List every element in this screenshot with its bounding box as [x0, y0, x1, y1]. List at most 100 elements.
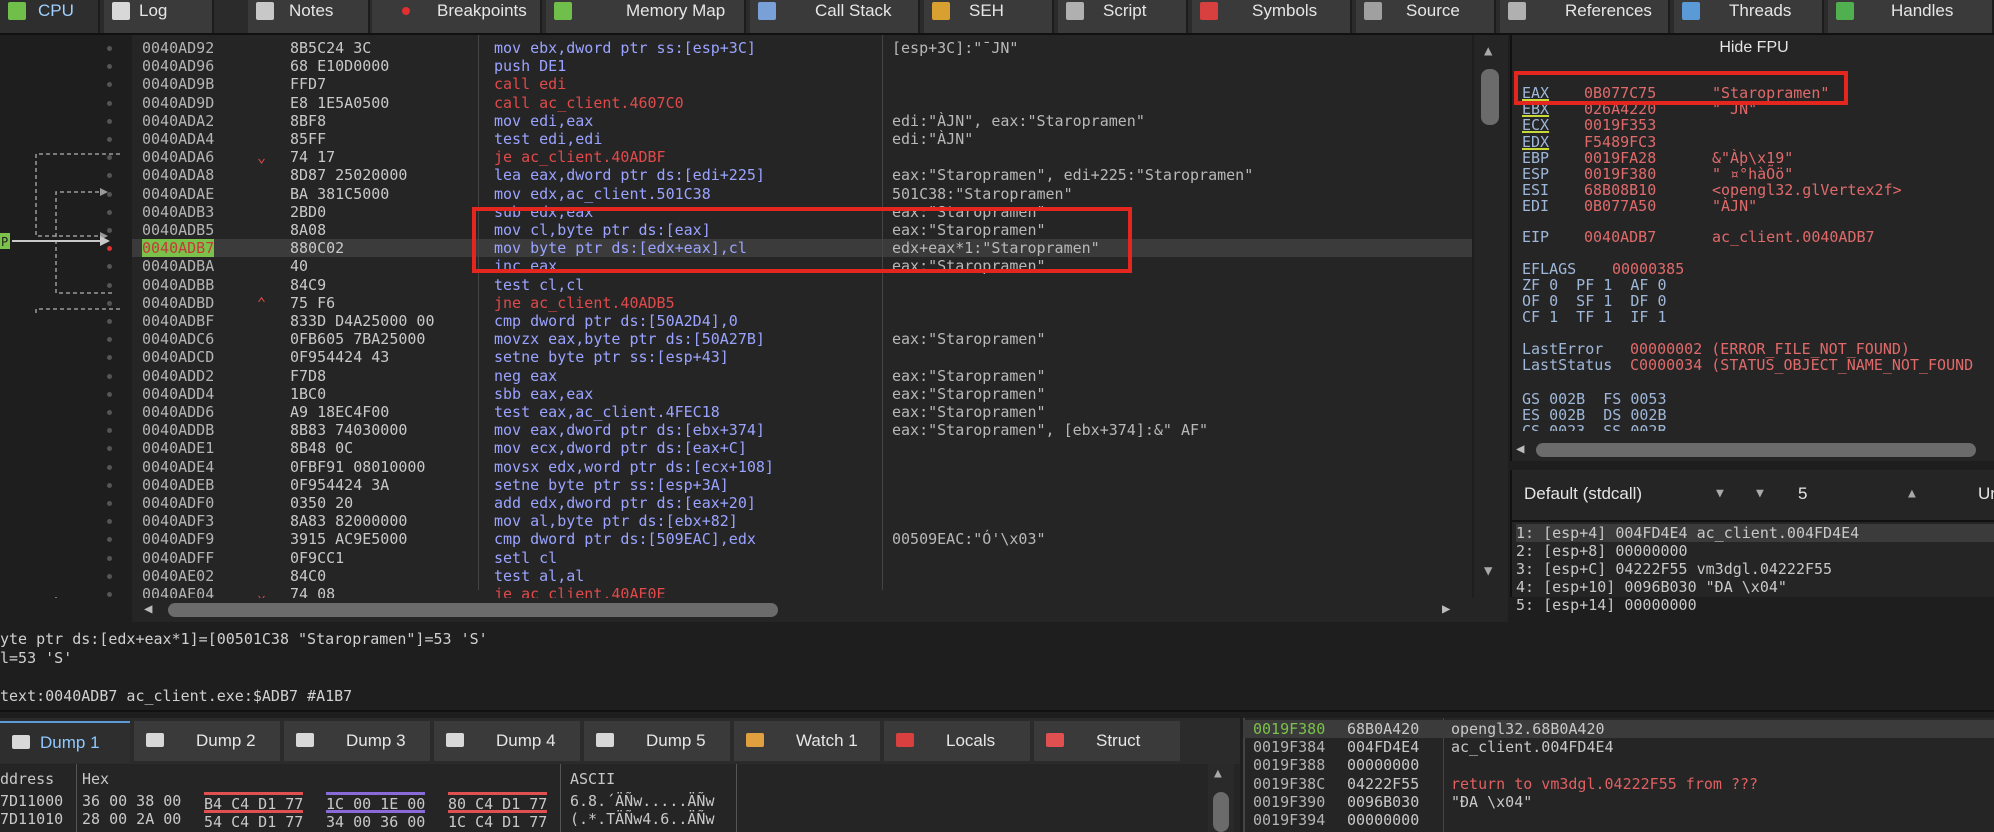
disasm-row[interactable]: 0040ADBF 833D D4A25000 00 cmp dword ptr ds… [107, 312, 1472, 330]
argument-row[interactable]: 1: [esp+4] 004FD4E4 ac_client.004FD4E4 [1516, 524, 1994, 542]
tab-dump-2[interactable]: Dump 2 [134, 721, 280, 761]
breakpoint-gutter-dot[interactable] [107, 464, 112, 470]
register-name[interactable]: EIP [1522, 229, 1549, 246]
stack-row[interactable]: 0019F390 0096B030 "ÐA \x04" [1243, 793, 1994, 811]
disasm-row[interactable]: 0040ADFF 0F9CC1 setl cl [107, 549, 1472, 567]
tab-notes[interactable]: Notes [248, 0, 370, 33]
tab-source[interactable]: Source [1356, 0, 1496, 33]
chevron-up-icon[interactable]: ▲ [1908, 486, 1916, 501]
hex-dump-view[interactable]: ddress Hex ASCII 7D11000 36 00 38 00 B4 C4 D1… [0, 764, 1240, 832]
tab-dump-3[interactable]: Dump 3 [284, 721, 430, 761]
chevron-down-icon[interactable]: ▼ [1756, 486, 1764, 501]
breakpoint-gutter-dot[interactable] [107, 191, 112, 197]
disasm-row[interactable]: 0040AD9B FFD7 call edi [107, 75, 1472, 93]
stack-view[interactable]: 0019F380 68B0A420 opengl32.68B0A420 0019F38… [1243, 718, 1994, 832]
disasm-scroll-track[interactable]: ▲ ▼ [1474, 35, 1508, 598]
dump-hex-group[interactable]: 36 00 38 00 [82, 792, 181, 810]
tab-memory-map[interactable]: Memory Map [546, 0, 746, 33]
disasm-row[interactable]: 0040AE02 84C0 test al,al [107, 567, 1472, 585]
last-error-value[interactable]: C0000034 (STATUS_OBJECT_NAME_NOT_FOUND [1630, 357, 1973, 374]
tab-dump-4[interactable]: Dump 4 [434, 721, 580, 761]
argument-row[interactable]: 4: [esp+10] 0096B030 "ÐA \x04" [1516, 578, 1994, 596]
stack-row[interactable]: 0019F380 68B0A420 opengl32.68B0A420 [1243, 720, 1994, 738]
scroll-thumb[interactable] [1213, 792, 1229, 832]
tab-references[interactable]: References [1500, 0, 1670, 33]
disasm-row[interactable]: 0040ADF0 0350 20 add edx,dword ptr ds:[eax… [107, 494, 1472, 512]
register-name[interactable]: EDI [1522, 198, 1549, 215]
disasm-horizontal-scrollbar[interactable]: ◀ ▶ [132, 598, 1508, 622]
disasm-row[interactable]: 0040ADD6 A9 18EC4F00 test eax,ac_client.4F… [107, 403, 1472, 421]
stack-row[interactable]: 0019F394 00000000 [1243, 811, 1994, 829]
scroll-thumb[interactable] [1536, 443, 1976, 457]
breakpoint-gutter-dot[interactable] [107, 319, 112, 324]
tab-locals[interactable]: Locals [884, 721, 1030, 761]
disasm-row[interactable]: 0040AD9D E8 1E5A0500 call ac_client.4607C0 [107, 94, 1472, 112]
disasm-row[interactable]: 0040ADD2 F7D8 neg eax eax:"Staropramen" [107, 367, 1472, 385]
register-name[interactable]: ECX [1522, 117, 1549, 134]
dump-vertical-scrollbar[interactable]: ▲ [1208, 764, 1234, 832]
breakpoint-gutter-dot[interactable] [107, 100, 112, 106]
argument-row[interactable]: 5: [esp+14] 00000000 [1516, 596, 1994, 614]
breakpoint-gutter-dot[interactable] [107, 482, 112, 488]
scroll-up-arrow-icon[interactable]: ▲ [1214, 766, 1222, 781]
tab-call-stack[interactable]: Call Stack [750, 0, 920, 33]
chevron-down-icon[interactable]: ▼ [1716, 486, 1724, 501]
disasm-row[interactable]: 0040ADE1 8B48 0C mov ecx,dword ptr ds:[eax… [107, 439, 1472, 457]
disasm-row[interactable]: 0040ADA2 8BF8 mov edi,eax edi:"ÀJN", eax:"S… [107, 112, 1472, 130]
argument-row[interactable]: 2: [esp+8] 00000000 [1516, 542, 1994, 560]
stack-row[interactable]: 0019F38C 04222F55 return to vm3dgl.04222F5… [1243, 775, 1994, 793]
hide-fpu-button[interactable]: Hide FPU [1512, 39, 1994, 57]
tab-threads[interactable]: Threads [1674, 0, 1824, 33]
disasm-row[interactable]: 0040ADCD 0F954424 43 setne byte ptr ss:[es… [107, 348, 1472, 366]
tab-dump-5[interactable]: Dump 5 [584, 721, 730, 761]
dump-ascii[interactable]: 6.8.´ÄÑw.....ÄÑw [570, 792, 715, 810]
dump-hex-group[interactable]: 34 00 36 00 [326, 810, 426, 831]
argument-count-spinner[interactable]: 5 [1798, 484, 1807, 504]
disasm-row[interactable]: 0040ADDB 8B83 74030000 mov eax,dword ptr d… [107, 421, 1472, 439]
scroll-left-arrow-icon[interactable]: ◀ [1516, 441, 1524, 457]
dump-address[interactable]: 7D11000 [0, 792, 63, 810]
tab-dump-1[interactable]: Dump 1 [0, 721, 130, 763]
tab-struct[interactable]: Struct [1034, 721, 1180, 761]
tab-watch-1[interactable]: Watch 1 [734, 721, 880, 761]
tab-breakpoints[interactable]: Breakpoints [372, 0, 542, 33]
breakpoint-gutter-dot[interactable] [107, 555, 112, 561]
tab-script[interactable]: Script [1058, 0, 1188, 33]
scroll-right-arrow-icon[interactable]: ▶ [1442, 601, 1450, 617]
breakpoint-gutter-dot[interactable] [107, 592, 112, 597]
dump-ascii[interactable]: (.*.TÄÑw4.6..ÄÑw [570, 810, 715, 828]
breakpoint-gutter-dot[interactable] [107, 391, 112, 397]
scroll-thumb[interactable] [1481, 69, 1499, 125]
breakpoint-gutter-dot[interactable] [107, 282, 112, 288]
register-value[interactable]: 0B077A50 [1584, 198, 1656, 215]
scroll-left-arrow-icon[interactable]: ◀ [144, 601, 152, 617]
registers-horizontal-scrollbar[interactable]: ◀ [1512, 439, 1994, 461]
disasm-row[interactable]: 0040ADA6 74 17 ⌄ je ac_client.40ADBF [107, 148, 1472, 166]
dump-hex-group[interactable]: 1C C4 D1 77 [448, 810, 548, 831]
disasm-row[interactable]: 0040ADC6 0FB605 7BA25000 movzx eax,byte pt… [107, 330, 1472, 348]
disassembly-view[interactable]: 0040AD92 8B5C24 3C mov ebx,dword ptr ss:[e… [107, 35, 1472, 603]
breakpoint-gutter-dot[interactable] [107, 118, 112, 124]
disasm-row[interactable]: 0040ADA4 85FF test edi,edi edi:"ÀJN" [107, 130, 1472, 148]
tab-cpu[interactable]: CPU [0, 0, 100, 33]
dump-address[interactable]: 7D11010 [0, 810, 63, 828]
dump-hex-group[interactable]: 54 C4 D1 77 [204, 810, 304, 831]
tab-seh[interactable]: SEH [924, 0, 1054, 33]
breakpoint-gutter-dot[interactable] [107, 573, 112, 579]
scroll-up-arrow-icon[interactable]: ▲ [1484, 43, 1492, 59]
tab-handles[interactable]: Handles [1828, 0, 1994, 33]
segment-registers-row[interactable]: ES 002B DS 002B [1522, 407, 1667, 424]
breakpoint-gutter-dot[interactable] [107, 300, 112, 306]
disasm-row[interactable]: 0040ADAE BA 381C5000 mov edx,ac_client.501… [107, 185, 1472, 203]
scroll-thumb[interactable] [168, 603, 778, 617]
breakpoint-gutter-dot[interactable] [107, 373, 112, 379]
disasm-row[interactable]: 0040ADD4 1BC0 sbb eax,eax eax:"Staropramen" [107, 385, 1472, 403]
disasm-row[interactable]: 0040ADE4 0FBF91 08010000 movsx edx,word pt… [107, 458, 1472, 476]
disasm-row[interactable]: 0040ADBD 75 F6 ⌃ jne ac_client.40ADB5 [107, 294, 1472, 312]
disasm-row[interactable]: 0040AD96 68 E10D0000 push DE1 [107, 57, 1472, 75]
breakpoint-gutter-dot[interactable] [107, 228, 112, 233]
scroll-down-arrow-icon[interactable]: ▼ [1484, 563, 1492, 579]
argument-row[interactable]: 3: [esp+C] 04222F55 vm3dgl.04222F55 [1516, 560, 1994, 578]
breakpoint-gutter-dot[interactable] [107, 46, 112, 51]
disasm-row[interactable]: 0040ADF3 8A83 82000000 mov al,byte ptr ds:… [107, 512, 1472, 530]
